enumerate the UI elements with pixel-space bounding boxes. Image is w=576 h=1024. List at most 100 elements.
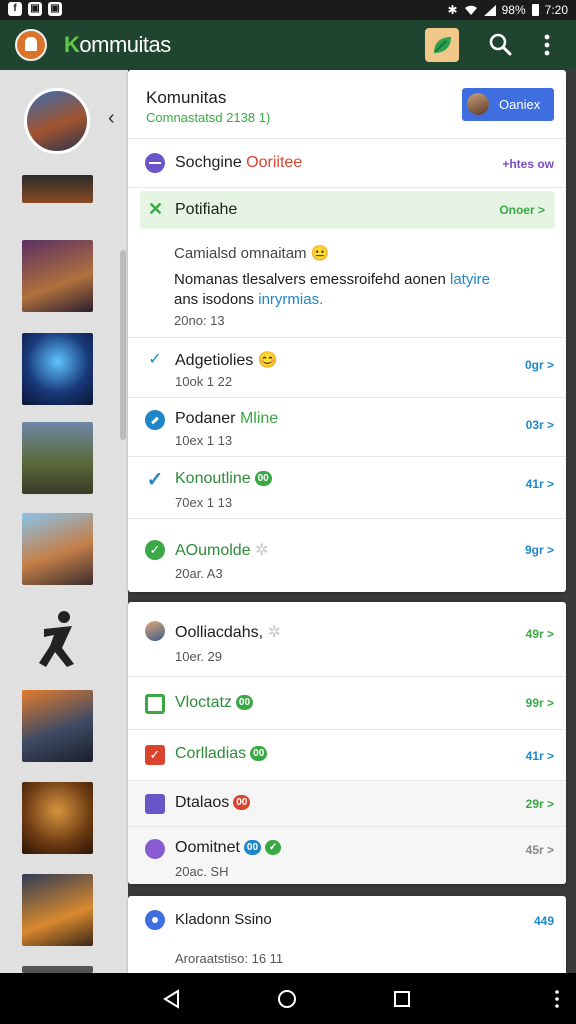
list-item-subtitle: 20ac. SH — [175, 864, 229, 879]
notice-icon — [145, 153, 165, 173]
search-button[interactable] — [484, 28, 518, 62]
list-item-action[interactable]: 03r > — [526, 418, 554, 432]
list-item-subtitle: 10ex 1 13 — [175, 433, 233, 448]
community-thumbnail[interactable] — [22, 690, 93, 762]
list-item-action[interactable]: 41r > — [526, 749, 554, 763]
signal-icon — [483, 4, 496, 16]
list-item-action[interactable]: 45r > — [526, 843, 554, 857]
list-item-title: Adgetiolies 😊 — [175, 352, 278, 369]
list-item-subtitle: 10er. 29 — [175, 649, 222, 664]
community-thumbnail[interactable] — [22, 333, 93, 405]
recents-nav-button[interactable] — [390, 987, 414, 1011]
list-item[interactable]: Kladonn Ssino Aroraatstiso: 16 11 449 — [128, 896, 566, 973]
nav-more-button[interactable] — [545, 987, 569, 1011]
comment-title: Camialsd omnaitam 😐 — [174, 245, 330, 262]
clock: 7:20 — [544, 3, 568, 17]
list-item-action[interactable]: 41r > — [526, 477, 554, 491]
list-item-title: Kladonn Ssino — [175, 911, 272, 928]
join-button[interactable]: Oaniex — [462, 88, 554, 121]
list-item-action[interactable]: 49r > — [526, 627, 554, 641]
app-bar: Kommuitas — [0, 20, 576, 70]
list-item-action[interactable]: 99r > — [526, 696, 554, 710]
battery-level: 98% — [501, 3, 526, 17]
edit-check-icon: ✓ — [145, 350, 165, 370]
list-item[interactable]: ✓ Corlladias 00 41r > — [128, 730, 566, 781]
list-item[interactable]: Vloctatz 00 99r > — [128, 677, 566, 730]
list-item[interactable]: ✓ Konoutline 00 70ex 1 13 41r > — [128, 457, 566, 519]
running-figure-icon[interactable] — [22, 604, 93, 676]
user-avatar[interactable] — [24, 88, 90, 154]
bluetooth-icon: ✱ — [447, 3, 458, 17]
app-title: Kommuitas — [64, 32, 171, 57]
notice-row[interactable]: Sochgine Ooriitee +htes ow — [128, 139, 566, 188]
community-thumbnail[interactable] — [22, 422, 93, 494]
list-item[interactable]: Podaner Mline 10ex 1 13 03r > — [128, 398, 566, 457]
list-item-action[interactable]: 449 — [534, 914, 554, 928]
bag-icon — [145, 694, 165, 714]
pencil-icon — [145, 410, 165, 430]
community-thumbnail[interactable] — [22, 240, 93, 312]
community-thumbnail[interactable] — [22, 966, 93, 973]
home-nav-button[interactable] — [275, 987, 299, 1011]
list-item-action[interactable]: 9gr > — [525, 543, 554, 557]
back-nav-button[interactable] — [160, 987, 184, 1011]
notification-drawer: Komunitas Comnastatsd 2138 1) Oaniex Soc… — [128, 70, 566, 973]
info-circle-icon — [145, 910, 165, 930]
notifications-card: Komunitas Comnastatsd 2138 1) Oaniex Soc… — [128, 70, 566, 592]
active-notification-label: Potifiahe — [175, 201, 238, 218]
notification-icon: ▣ — [28, 2, 42, 16]
close-icon[interactable]: ✕ — [148, 199, 163, 220]
list-item[interactable]: Oolliacdahs, ✲ 10er. 29 49r > — [128, 602, 566, 677]
active-notification-row[interactable]: ✕ Potifiahe Onoer > — [140, 191, 555, 229]
more-options-button[interactable] — [532, 28, 566, 62]
community-thumbnail[interactable] — [22, 513, 93, 585]
list-item-title: AOumolde ✲ — [175, 542, 269, 559]
community-thumbnail[interactable] — [22, 782, 93, 854]
notification-icon: ▣ — [48, 2, 62, 16]
back-nav-icon — [163, 989, 179, 1009]
avatar — [145, 621, 165, 641]
drawer-subtitle: Comnastatsd 2138 1) — [146, 110, 271, 125]
check-circle-icon: ✓ — [145, 540, 165, 560]
sidebar-scrollbar[interactable] — [120, 250, 126, 440]
checkmark-icon: ✓ — [145, 469, 165, 491]
active-notification-action[interactable]: Onoer > — [499, 203, 545, 217]
status-bar: f ▣ ▣ ✱ 98% 7:20 — [0, 0, 576, 20]
more-vert-icon — [544, 34, 550, 56]
home-nav-icon — [278, 990, 296, 1008]
leaf-button[interactable] — [425, 28, 459, 62]
collapse-sidebar-icon[interactable]: ‹ — [108, 108, 122, 128]
leaf-icon — [434, 37, 451, 53]
search-icon — [489, 33, 512, 56]
facebook-notification-icon: f — [8, 2, 22, 16]
notice-action[interactable]: +htes ow — [502, 157, 554, 171]
screen: f ▣ ▣ ✱ 98% 7:20 Kommuitas ‹ Komunitas C… — [0, 0, 576, 1024]
user-circle-icon — [145, 839, 165, 859]
comment-body: Nomanas tlesalvers emessroifehd aonen la… — [174, 271, 490, 308]
system-navigation-bar — [0, 973, 576, 1024]
list-item-title: Konoutline 00 — [175, 470, 272, 488]
more-card: Kladonn Ssino Aroraatstiso: 16 11 449 — [128, 896, 566, 973]
comment-date: 20no: 13 — [174, 313, 225, 328]
communities-card: Oolliacdahs, ✲ 10er. 29 49r > Vloctatz 00… — [128, 602, 566, 884]
list-item-title: Vloctatz 00 — [175, 694, 254, 712]
community-thumbnail[interactable] — [22, 175, 93, 203]
list-item-action[interactable]: 29r > — [526, 797, 554, 811]
drawer-title: Komunitas — [146, 88, 227, 107]
drawer-header: Komunitas Comnastatsd 2138 1) Oaniex — [128, 70, 566, 139]
notice-text: Sochgine Ooriitee — [175, 154, 303, 171]
list-item-subtitle: 20ar. A3 — [175, 566, 223, 581]
list-item-subtitle: 70ex 1 13 — [175, 495, 233, 510]
comment-block[interactable]: Camialsd omnaitam 😐 Nomanas tlesalvers e… — [128, 232, 566, 338]
list-item-title: Oolliacdahs, ✲ — [175, 624, 281, 641]
list-item[interactable]: Dtalaos 00 29r > — [128, 781, 566, 827]
list-item[interactable]: ✓ AOumolde ✲ 20ar. A3 9gr > — [128, 519, 566, 592]
knight-helmet-icon[interactable] — [15, 29, 47, 61]
community-thumbnail[interactable] — [22, 874, 93, 946]
list-item-action[interactable]: 0gr > — [525, 358, 554, 372]
more-vert-icon — [555, 990, 559, 1008]
list-item[interactable]: ✓ Adgetiolies 😊 10ok 1 22 0gr > — [128, 338, 566, 398]
list-item[interactable]: Oomitnet 00 ✓ 20ac. SH 45r > — [128, 827, 566, 884]
list-item-title: Oomitnet 00 ✓ — [175, 839, 282, 857]
list-item-title: Dtalaos 00 — [175, 794, 251, 812]
